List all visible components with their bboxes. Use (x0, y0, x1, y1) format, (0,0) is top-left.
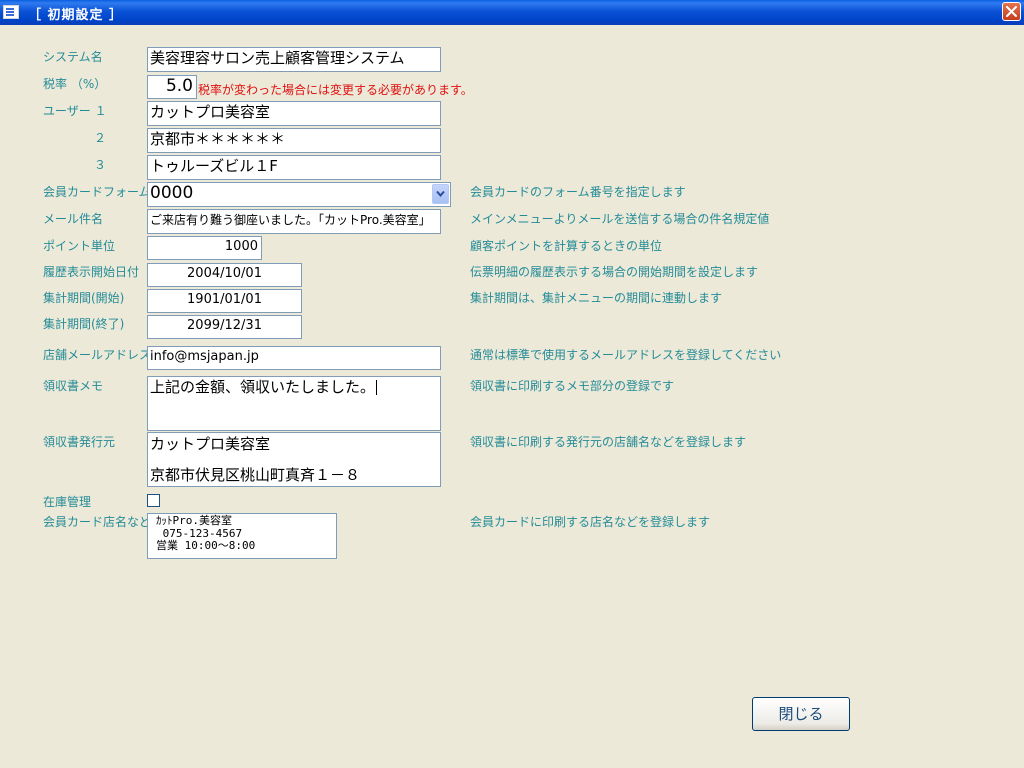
label-card-store-name: 会員カード店名など (43, 515, 152, 529)
note-point-unit: 顧客ポイントを計算するときの単位 (470, 239, 663, 253)
label-receipt-memo: 領収書メモ (43, 379, 104, 393)
chevron-down-icon (436, 190, 445, 198)
card-store-line-3: 営業 10:00～8:00 (156, 539, 256, 552)
note-history-start-date: 伝票明細の履歴表示する場合の開始期間を設定します (470, 265, 759, 279)
text-cursor (376, 380, 378, 395)
tax-rate-field[interactable]: 5.0 (147, 75, 197, 99)
user-1-field[interactable]: カットプロ美容室 (147, 101, 441, 126)
mail-subject-field[interactable]: ご来店有り難う御座いました。「カットPro.美容室」 (147, 209, 441, 234)
note-period-start: 集計期間は、集計メニューの期間に連動します (470, 291, 723, 305)
label-member-card-form: 会員カードフォーム (43, 185, 151, 199)
label-point-unit: ポイント単位 (43, 239, 116, 253)
receipt-memo-field[interactable]: 上記の金額、領収いたしました。 (147, 376, 441, 431)
close-form-button[interactable]: 閉じる (752, 697, 850, 731)
store-mail-field[interactable]: info@msjapan.jp (147, 346, 441, 370)
card-store-name-field[interactable]: ｶｯﾄPro.美容室 075-123-4567 営業 10:00～8:00 (147, 513, 337, 559)
label-user-1: ユーザー １ (43, 104, 107, 118)
label-period-start: 集計期間(開始) (43, 291, 125, 305)
user-3-field[interactable]: トゥルーズビル１F (147, 155, 441, 180)
label-user-2: ２ (94, 131, 107, 145)
label-system-name: システム名 (43, 50, 103, 64)
label-receipt-issuer: 領収書発行元 (43, 435, 116, 449)
window-close-button[interactable] (1002, 2, 1021, 21)
label-inventory: 在庫管理 (43, 495, 92, 509)
system-name-field[interactable]: 美容理容サロン売上顧客管理システム (147, 47, 441, 72)
history-start-date-field[interactable]: 2004/10/01 (147, 263, 302, 287)
period-end-field[interactable]: 2099/12/31 (147, 315, 302, 339)
receipt-issuer-line-2: 京都市伏見区桃山町真斉１－８ (150, 466, 361, 484)
receipt-memo-text: 上記の金額、領収いたしました。 (150, 378, 376, 396)
point-unit-field[interactable]: 1000 (147, 236, 262, 260)
receipt-issuer-line-1: カットプロ美容室 (150, 435, 271, 453)
title-bar: ［ 初期設定 ］ (0, 0, 1024, 25)
note-card-store-name: 会員カードに印刷する店名などを登録します (470, 515, 711, 529)
window-title: ［ 初期設定 ］ (28, 8, 124, 23)
label-store-mail: 店舗メールアドレス (43, 348, 152, 362)
label-mail-subject: メール件名 (43, 212, 104, 226)
member-card-form-select[interactable]: 0000 (147, 182, 451, 207)
note-mail-subject: メインメニューよりメールを送信する場合の件名規定値 (470, 212, 770, 226)
note-store-mail: 通常は標準で使用するメールアドレスを登録してください (470, 348, 782, 362)
label-tax-rate: 税率 （%） (43, 77, 107, 91)
user-2-field[interactable]: 京都市＊＊＊＊＊＊ (147, 128, 441, 153)
tax-rate-warning: 税率が変わった場合には変更する必要があります。 (198, 83, 473, 97)
label-history-start-date: 履歴表示開始日付 (43, 265, 140, 279)
form-icon (3, 5, 19, 19)
period-start-field[interactable]: 1901/01/01 (147, 289, 302, 313)
note-receipt-memo: 領収書に印刷するメモ部分の登録です (470, 379, 675, 393)
label-user-3: ３ (94, 158, 107, 172)
dropdown-button[interactable] (432, 184, 449, 204)
card-store-line-1: ｶｯﾄPro.美容室 (156, 514, 232, 527)
inventory-checkbox[interactable] (147, 494, 160, 507)
note-member-card-form: 会員カードのフォーム番号を指定します (470, 185, 686, 199)
note-receipt-issuer: 領収書に印刷する発行元の店舗名などを登録します (470, 435, 747, 449)
member-card-form-value: 0000 (150, 183, 194, 203)
close-icon (1006, 6, 1017, 17)
receipt-issuer-field[interactable]: カットプロ美容室 京都市伏見区桃山町真斉１－８ (147, 432, 441, 487)
label-period-end: 集計期間(終了) (43, 317, 125, 331)
